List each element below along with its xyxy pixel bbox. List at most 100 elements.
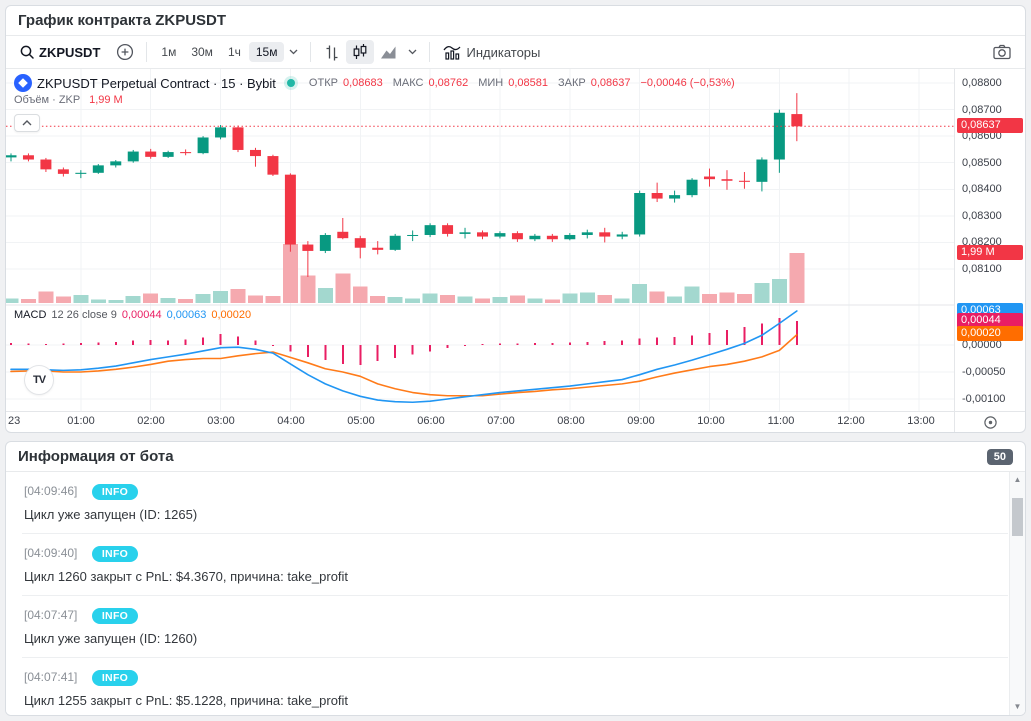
high-value: 0,08762 xyxy=(428,77,468,89)
time-tick: 10:00 xyxy=(691,415,731,427)
log-entry: [04:07:47] INFO Цикл уже запущен (ID: 12… xyxy=(22,596,1008,658)
collapse-legend-button[interactable] xyxy=(14,114,40,132)
macd-signal-value: 0,00020 xyxy=(211,309,251,321)
style-bars-button[interactable] xyxy=(318,40,346,64)
time-tick: 02:00 xyxy=(131,415,171,427)
time-tick: 08:00 xyxy=(551,415,591,427)
legend-symbol-text[interactable]: ZKPUSDT Perpetual Contract · 15 · Bybit xyxy=(37,76,276,91)
scrollbar-down-arrow-icon[interactable]: ▼ xyxy=(1010,700,1025,714)
time-tick: 13:00 xyxy=(901,415,941,427)
time-tick: 01:00 xyxy=(61,415,101,427)
log-entry-message: Цикл уже запущен (ID: 1260) xyxy=(24,631,1008,646)
interval-button-1м[interactable]: 1м xyxy=(154,42,183,62)
indicators-label: Индикаторы xyxy=(466,45,540,60)
log-scrollbar[interactable]: ▲ ▼ xyxy=(1009,472,1025,715)
bot-info-header: Информация от бота 50 xyxy=(6,442,1025,472)
compare-add-symbol-button[interactable] xyxy=(111,40,139,64)
time-axis[interactable]: 2301:0002:0003:0004:0005:0006:0007:0008:… xyxy=(6,412,954,432)
price-axis[interactable]: 0,088000,087000,086000,085000,084000,083… xyxy=(954,69,1025,411)
plus-circle-icon xyxy=(116,43,134,61)
low-value: 0,08581 xyxy=(508,77,548,89)
time-tick: 12:00 xyxy=(831,415,871,427)
price-chart[interactable] xyxy=(6,69,954,411)
log-entry-time: [04:07:47] xyxy=(24,608,77,622)
log-entry-level-badge: INFO xyxy=(92,484,138,500)
log-entry: [04:09:46] INFO Цикл уже запущен (ID: 12… xyxy=(22,472,1008,534)
close-value: 0,08637 xyxy=(591,77,631,89)
price-tick: 0,08300 xyxy=(962,209,1002,223)
macd-float-label: 0,00020 xyxy=(957,326,1023,341)
market-status-dot[interactable] xyxy=(287,79,295,87)
volume-float-label: 1,99 М xyxy=(957,245,1023,260)
macd-hist-value: 0,00044 xyxy=(122,309,162,321)
indicators-button[interactable]: Индикаторы xyxy=(437,40,545,64)
area-chart-icon xyxy=(379,43,398,61)
chevron-up-icon xyxy=(22,120,32,126)
price-tick: 0,08800 xyxy=(962,76,1002,90)
chart-toolbar: ZKPUSDT 1м30м1ч15м xyxy=(6,36,1025,69)
interval-button-15м[interactable]: 15м xyxy=(249,42,285,62)
screenshot-button[interactable] xyxy=(987,40,1017,64)
price-tick: 0,08500 xyxy=(962,156,1002,170)
tradingview-logo[interactable]: TV xyxy=(24,365,54,395)
jump-to-realtime-button[interactable] xyxy=(954,412,1025,432)
time-axis-row: 2301:0002:0003:0004:0005:0006:0007:0008:… xyxy=(6,411,1025,432)
low-label: МИН xyxy=(478,77,503,89)
macd-params: 12 26 close 9 xyxy=(51,309,116,321)
time-tick: 07:00 xyxy=(481,415,521,427)
time-tick: 09:00 xyxy=(621,415,661,427)
time-tick: 23 xyxy=(8,415,36,427)
symbol-name: ZKPUSDT xyxy=(39,45,100,60)
change-value: −0,00046 (−0,53%) xyxy=(641,77,735,89)
toolbar-divider xyxy=(310,42,311,62)
price-tick: 0,08100 xyxy=(962,262,1002,276)
scrollbar-thumb[interactable] xyxy=(1012,498,1023,536)
open-value: 0,08683 xyxy=(343,77,383,89)
time-tick: 11:00 xyxy=(761,415,801,427)
interval-button-30м[interactable]: 30м xyxy=(184,42,220,62)
page: График контракта ZKPUSDT ZKPUSDT 1м30м1ч… xyxy=(0,0,1031,721)
price-tick: 0,08700 xyxy=(962,103,1002,117)
toolbar-divider xyxy=(429,42,430,62)
time-tick: 03:00 xyxy=(201,415,241,427)
log-entry-level-badge: INFO xyxy=(92,546,138,562)
macd-tick: -0,00050 xyxy=(962,365,1005,379)
style-candles-button[interactable] xyxy=(346,40,374,64)
style-area-button[interactable] xyxy=(374,40,403,64)
log-entry-message: Цикл уже запущен (ID: 1265) xyxy=(24,507,1008,522)
style-dropdown-button[interactable] xyxy=(403,46,422,58)
chart-card-header: График контракта ZKPUSDT xyxy=(6,6,1025,36)
macd-signal-line xyxy=(11,335,797,396)
open-label: ОТКР xyxy=(309,77,338,89)
last-price-label: 0,08637 xyxy=(957,118,1023,133)
magnifier-icon xyxy=(19,44,35,60)
toolbar-divider xyxy=(146,42,147,62)
bars-icon xyxy=(323,43,341,61)
symbol-search-button[interactable]: ZKPUSDT xyxy=(14,41,105,63)
log-entry-message: Цикл 1255 закрыт с PnL: $5.1228, причина… xyxy=(24,693,1008,708)
volume-legend: Объём · ZKP 1,99 М xyxy=(14,94,123,106)
symbol-legend: ZKPUSDT Perpetual Contract · 15 · Bybit … xyxy=(14,74,735,92)
high-label: МАКС xyxy=(393,77,424,89)
bot-log-list: [04:09:46] INFO Цикл уже запущен (ID: 12… xyxy=(22,472,1008,715)
interval-group: 1м30м1ч15м xyxy=(154,42,284,62)
macd-name[interactable]: MACD xyxy=(14,309,46,321)
bot-info-card: Информация от бота 50 [04:09:46] INFO Ци… xyxy=(5,441,1026,716)
price-tick: 0,08400 xyxy=(962,182,1002,196)
scrollbar-up-arrow-icon[interactable]: ▲ xyxy=(1010,473,1025,487)
time-tick: 13:45 xyxy=(954,415,955,427)
interval-button-1ч[interactable]: 1ч xyxy=(221,42,248,62)
chart-canvas-area[interactable]: ZKPUSDT Perpetual Contract · 15 · Bybit … xyxy=(6,69,954,411)
target-icon xyxy=(983,415,998,430)
interval-dropdown-button[interactable] xyxy=(284,46,303,58)
log-entry-message: Цикл 1260 закрыт с PnL: $4.3670, причина… xyxy=(24,569,1008,584)
bot-log-area: [04:09:46] INFO Цикл уже запущен (ID: 12… xyxy=(6,472,1025,715)
log-entry-level-badge: INFO xyxy=(92,608,138,624)
chart-region: ZKPUSDT Perpetual Contract · 15 · Bybit … xyxy=(6,69,1025,411)
log-entry-level-badge: INFO xyxy=(92,670,138,686)
indicators-icon xyxy=(442,43,462,61)
time-tick: 05:00 xyxy=(341,415,381,427)
log-entry: [04:07:41] INFO Цикл 1255 закрыт с PnL: … xyxy=(22,658,1008,715)
volume-label: Объём · ZKP xyxy=(14,94,80,106)
log-entry-time: [04:09:46] xyxy=(24,484,77,498)
